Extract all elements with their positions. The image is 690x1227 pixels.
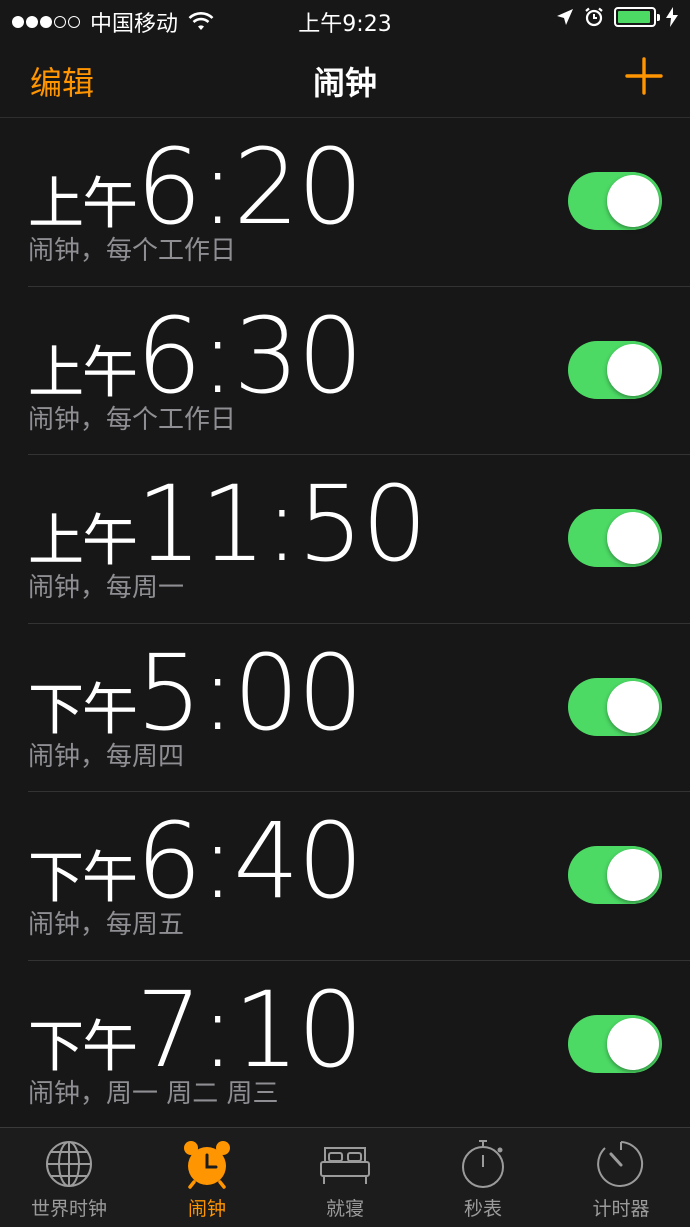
alarm-period: 下午 bbox=[28, 1014, 138, 1080]
status-bar: 中国移动 上午9:23 bbox=[0, 0, 690, 38]
alarm-label: 闹钟，每周五 bbox=[28, 910, 185, 940]
toggle-knob bbox=[607, 1017, 659, 1070]
tab-label: 世界时钟 bbox=[30, 1198, 107, 1220]
tab-label: 闹钟 bbox=[187, 1198, 226, 1220]
alarm-period: 下午 bbox=[28, 846, 138, 911]
alarm-status-icon bbox=[585, 7, 603, 27]
alarm-toggle[interactable] bbox=[568, 509, 662, 567]
tab-label: 秒表 bbox=[463, 1198, 502, 1220]
alarm-row[interactable]: 上午11:50 闹钟，每周一 bbox=[28, 455, 690, 624]
timer-icon bbox=[597, 1141, 644, 1187]
toggle-knob bbox=[607, 175, 659, 227]
navigation-bar: 编辑 闹钟 bbox=[0, 38, 690, 118]
battery-icon bbox=[614, 7, 660, 27]
alarm-row[interactable]: 上午6:20 闹钟，每个工作日 bbox=[28, 118, 690, 287]
alarm-period: 上午 bbox=[28, 172, 138, 237]
alarm-label: 闹钟，每个工作日 bbox=[28, 236, 237, 266]
alarm-period: 上午 bbox=[28, 509, 138, 574]
tab-label: 计时器 bbox=[592, 1198, 650, 1220]
alarm-period: 下午 bbox=[28, 677, 138, 743]
alarm-label: 闹钟，每周四 bbox=[28, 741, 185, 772]
battery-level bbox=[618, 11, 651, 23]
location-arrow-icon bbox=[557, 9, 573, 25]
tab-bar: 世界时钟 闹钟 就寝 秒表 计时器 bbox=[0, 1127, 690, 1227]
alarm-toggle[interactable] bbox=[568, 1014, 662, 1073]
alarm-toggle[interactable] bbox=[568, 172, 662, 230]
page-title: 闹钟 bbox=[312, 64, 377, 102]
tab-stopwatch[interactable]: 秒表 bbox=[414, 1128, 552, 1227]
tab-label: 就寝 bbox=[325, 1198, 364, 1220]
add-alarm-button[interactable] bbox=[624, 56, 664, 96]
alarm-label: 闹钟，周一 周二 周三 bbox=[28, 1078, 279, 1109]
toggle-knob bbox=[607, 849, 659, 901]
alarm-toggle[interactable] bbox=[568, 677, 662, 736]
alarm-label: 闹钟，每周一 bbox=[28, 573, 185, 603]
toggle-knob bbox=[607, 512, 659, 564]
globe-icon bbox=[46, 1141, 92, 1187]
plus-icon bbox=[625, 57, 663, 95]
tab-bedtime[interactable]: 就寝 bbox=[276, 1128, 414, 1227]
stopwatch-icon bbox=[462, 1140, 504, 1188]
alarm-row[interactable]: 下午7:10 闹钟，周一 周二 周三 bbox=[28, 961, 690, 1130]
tab-world-clock[interactable]: 世界时钟 bbox=[0, 1128, 138, 1227]
tab-timer[interactable]: 计时器 bbox=[552, 1128, 690, 1227]
clock-app-screen: 中国移动 上午9:23 编辑 闹钟 上午6:20 闹钟，每个工作日 上午6:30… bbox=[0, 0, 690, 1227]
status-bar-right bbox=[546, 7, 678, 27]
alarm-row[interactable]: 上午6:30 闹钟，每个工作日 bbox=[28, 287, 690, 455]
charging-bolt-icon bbox=[666, 7, 678, 27]
alarm-list: 上午6:20 闹钟，每个工作日 上午6:30 闹钟，每个工作日 上午11:50 … bbox=[0, 118, 690, 1129]
toggle-knob bbox=[607, 680, 659, 733]
alarm-label: 闹钟，每个工作日 bbox=[28, 404, 237, 435]
tab-alarm[interactable]: 闹钟 bbox=[138, 1128, 276, 1227]
alarm-toggle[interactable] bbox=[568, 340, 662, 399]
alarm-row[interactable]: 下午5:00 闹钟，每周四 bbox=[28, 624, 690, 792]
alarm-clock-icon bbox=[184, 1141, 230, 1189]
alarm-period: 上午 bbox=[28, 340, 138, 406]
bed-icon bbox=[320, 1147, 370, 1184]
toggle-knob bbox=[607, 343, 659, 396]
alarm-row[interactable]: 下午6:40 闹钟，每周五 bbox=[28, 792, 690, 961]
alarm-toggle[interactable] bbox=[568, 846, 662, 904]
